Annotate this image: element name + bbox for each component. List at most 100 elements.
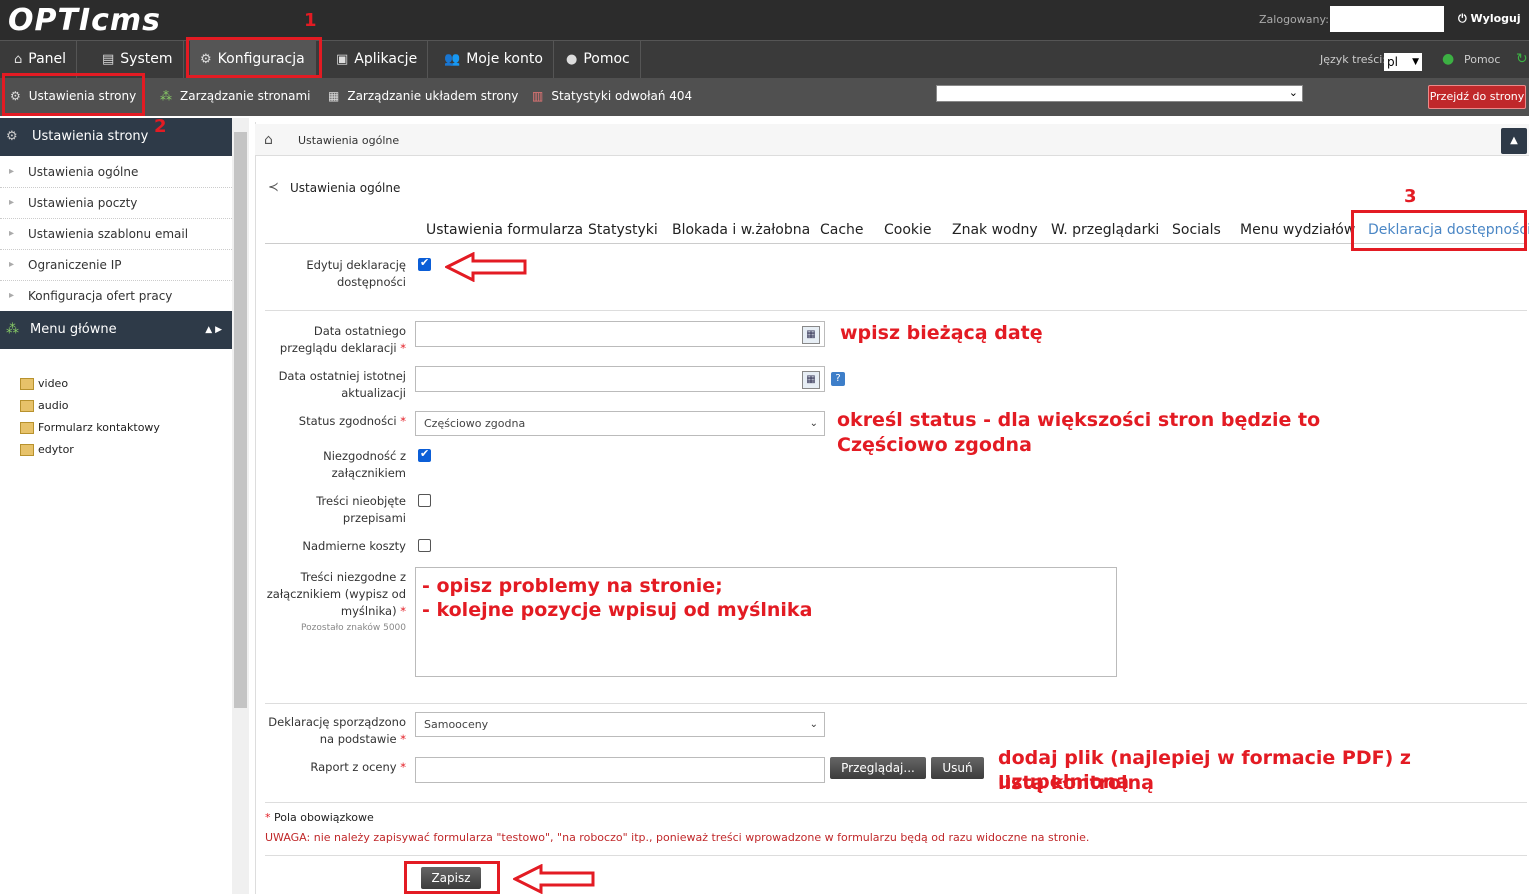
note-status-1: określ status - dla większości stron będ… [837, 409, 1321, 431]
highlight-ustawienia-strony [2, 73, 145, 116]
not-covered-checkbox[interactable] [418, 494, 431, 507]
help-icon[interactable]: ? [831, 372, 845, 386]
subnav-uklad-strony[interactable]: ▦ Zarządzanie układem strony [328, 78, 518, 116]
update-date-input[interactable] [415, 366, 825, 392]
chevron-down-icon: ⌄ [809, 719, 818, 730]
nav-moje-konto[interactable]: 👥 Moje konto [434, 41, 554, 79]
divider [265, 802, 1527, 803]
tab-statistics[interactable]: Statystyki [588, 222, 658, 238]
share-icon: ≺ [268, 180, 279, 195]
step-number: 2 [154, 116, 167, 137]
breadcrumb-bar [255, 124, 1529, 156]
attachments-label: Niezgodność z załącznikiem [323, 449, 406, 480]
tab-socials[interactable]: Socials [1172, 222, 1221, 238]
arrow-icon [513, 864, 595, 894]
collapse-icon[interactable]: ▲ ▶ [205, 311, 222, 349]
divider [265, 703, 1527, 704]
required-note: * Pola obowiązkowe [265, 811, 374, 824]
note-problems-1: - opisz problemy na stronie; [422, 575, 723, 597]
folder-icon [20, 378, 34, 390]
user-box [1330, 6, 1444, 32]
nav-pomoc[interactable]: ● Pomoc [556, 41, 641, 79]
tree-item[interactable]: video [20, 377, 68, 390]
site-select[interactable]: ⌄ [936, 85, 1303, 102]
status-label: Status zgodności * [298, 414, 406, 428]
excessive-checkbox[interactable] [418, 539, 431, 552]
update-date-label: Data ostatniej istotnej aktualizacji [278, 369, 406, 400]
tab-cookie[interactable]: Cookie [884, 222, 932, 238]
tab-mourning[interactable]: Blokada i w.żałobna [672, 222, 810, 238]
calendar-icon[interactable]: ▦ [802, 326, 820, 344]
folder-icon [20, 400, 34, 412]
nav-aplikacje[interactable]: ▣ Aplikacje [326, 41, 429, 79]
refresh-icon[interactable]: ↻ [1516, 51, 1528, 67]
layout-icon: ▦ [328, 89, 340, 103]
highlight-save [404, 861, 500, 894]
highlight-accessibility-tab [1351, 210, 1527, 251]
sitemap-icon: ⁂ [160, 89, 172, 103]
help-link[interactable]: Pomoc [1464, 53, 1500, 66]
subnav-zarzadzanie-stronami[interactable]: ⁂ Zarządzanie stronami [160, 78, 311, 116]
highlight-konfiguracja [186, 37, 322, 78]
sidebar: ⚙Ustawienia strony Ustawienia ogólne Ust… [0, 118, 232, 894]
sidebar-item-jobs[interactable]: Konfiguracja ofert pracy [0, 281, 232, 312]
step-number: 3 [1404, 186, 1417, 207]
logged-in-label: Zalogowany: [1259, 13, 1329, 26]
sidebar-item-email-template[interactable]: Ustawienia szablonu email [0, 219, 232, 250]
attachments-checkbox[interactable] [418, 447, 431, 462]
section-title: Ustawienia ogólne [290, 181, 401, 195]
scrollbar-thumb[interactable] [234, 132, 247, 708]
tree-item[interactable]: Formularz kontaktowy [20, 421, 160, 434]
sidebar-section-settings[interactable]: ⚙ Ustawienia strony [0, 118, 232, 156]
home-icon[interactable]: ⌂ [264, 132, 273, 148]
chat-icon: ● [566, 52, 578, 67]
sidebar-section-menu[interactable]: ⁂ Menu główne ▲ ▶ [0, 311, 232, 349]
excessive-label: Nadmierne koszty [302, 539, 406, 553]
edit-decl-label: Edytuj deklarację dostępności [306, 258, 406, 289]
tab-watermark[interactable]: Znak wodny [952, 222, 1038, 238]
warning-text: UWAGA: nie należy zapisywać formularza "… [265, 831, 1090, 844]
browse-button[interactable]: Przeglądaj... [830, 757, 926, 779]
tab-browser[interactable]: W. przeglądarki [1051, 222, 1159, 238]
review-date-input[interactable] [415, 321, 825, 347]
edit-decl-checkbox[interactable] [418, 256, 431, 271]
sitemap-icon: ⁂ [6, 322, 19, 337]
subnav-statystyki-404[interactable]: ▥ Statystyki odwołań 404 [532, 78, 692, 116]
tab-bar: Ustawienia formularza Statystyki Blokada… [265, 222, 1529, 244]
collapse-up-button[interactable]: ▲ [1501, 128, 1527, 154]
noncompliant-label: Treści niezgodne z załącznikiem (wypisz … [265, 569, 406, 637]
app-logo[interactable]: OPTIcms [8, 3, 161, 38]
char-counter: Pozostało znaków 5000 [301, 623, 406, 633]
basis-select[interactable]: Samooceny ⌄ [415, 712, 825, 737]
logout-link[interactable]: ⏻ Wyloguj [1458, 12, 1521, 26]
basis-label: Deklarację sporządzono na podstawie * [268, 715, 406, 746]
sidebar-scrollbar[interactable] [232, 118, 249, 894]
chart-icon: ▥ [532, 89, 544, 103]
gear-icon: ⚙ [6, 129, 18, 144]
tab-departments-menu[interactable]: Menu wydziałów [1240, 222, 1355, 238]
lang-label: Język treści: [1320, 53, 1387, 66]
goto-site-button[interactable]: Przejdź do strony [1428, 85, 1526, 109]
tree-item[interactable]: edytor [20, 443, 74, 456]
sidebar-item-mail[interactable]: Ustawienia poczty [0, 188, 232, 219]
note-date: wpisz bieżącą datę [840, 322, 1043, 344]
info-icon: ● [1442, 51, 1455, 67]
chevron-down-icon: ⌄ [809, 418, 818, 429]
remove-button[interactable]: Usuń [931, 757, 984, 779]
breadcrumb[interactable]: Ustawienia ogólne [298, 134, 399, 147]
report-file-input[interactable] [415, 757, 825, 783]
tree-item[interactable]: audio [20, 399, 68, 412]
sidebar-item-general[interactable]: Ustawienia ogólne [0, 157, 232, 188]
tab-form-settings[interactable]: Ustawienia formularza [426, 222, 583, 238]
users-icon: 👥 [444, 52, 461, 67]
calendar-icon[interactable]: ▦ [802, 371, 820, 389]
chevron-down-icon: ▼ [1412, 57, 1419, 67]
sidebar-item-ip[interactable]: Ograniczenie IP [0, 250, 232, 281]
folder-icon [20, 444, 34, 456]
tab-cache[interactable]: Cache [820, 222, 864, 238]
note-problems-2: - kolejne pozycje wpisuj od myślnika [422, 599, 813, 621]
divider [265, 855, 1527, 856]
status-select[interactable]: Częściowo zgodna ⌄ [415, 411, 825, 436]
lang-select[interactable]: pl ▼ [1384, 53, 1422, 71]
power-icon: ⏻ [1458, 12, 1467, 25]
